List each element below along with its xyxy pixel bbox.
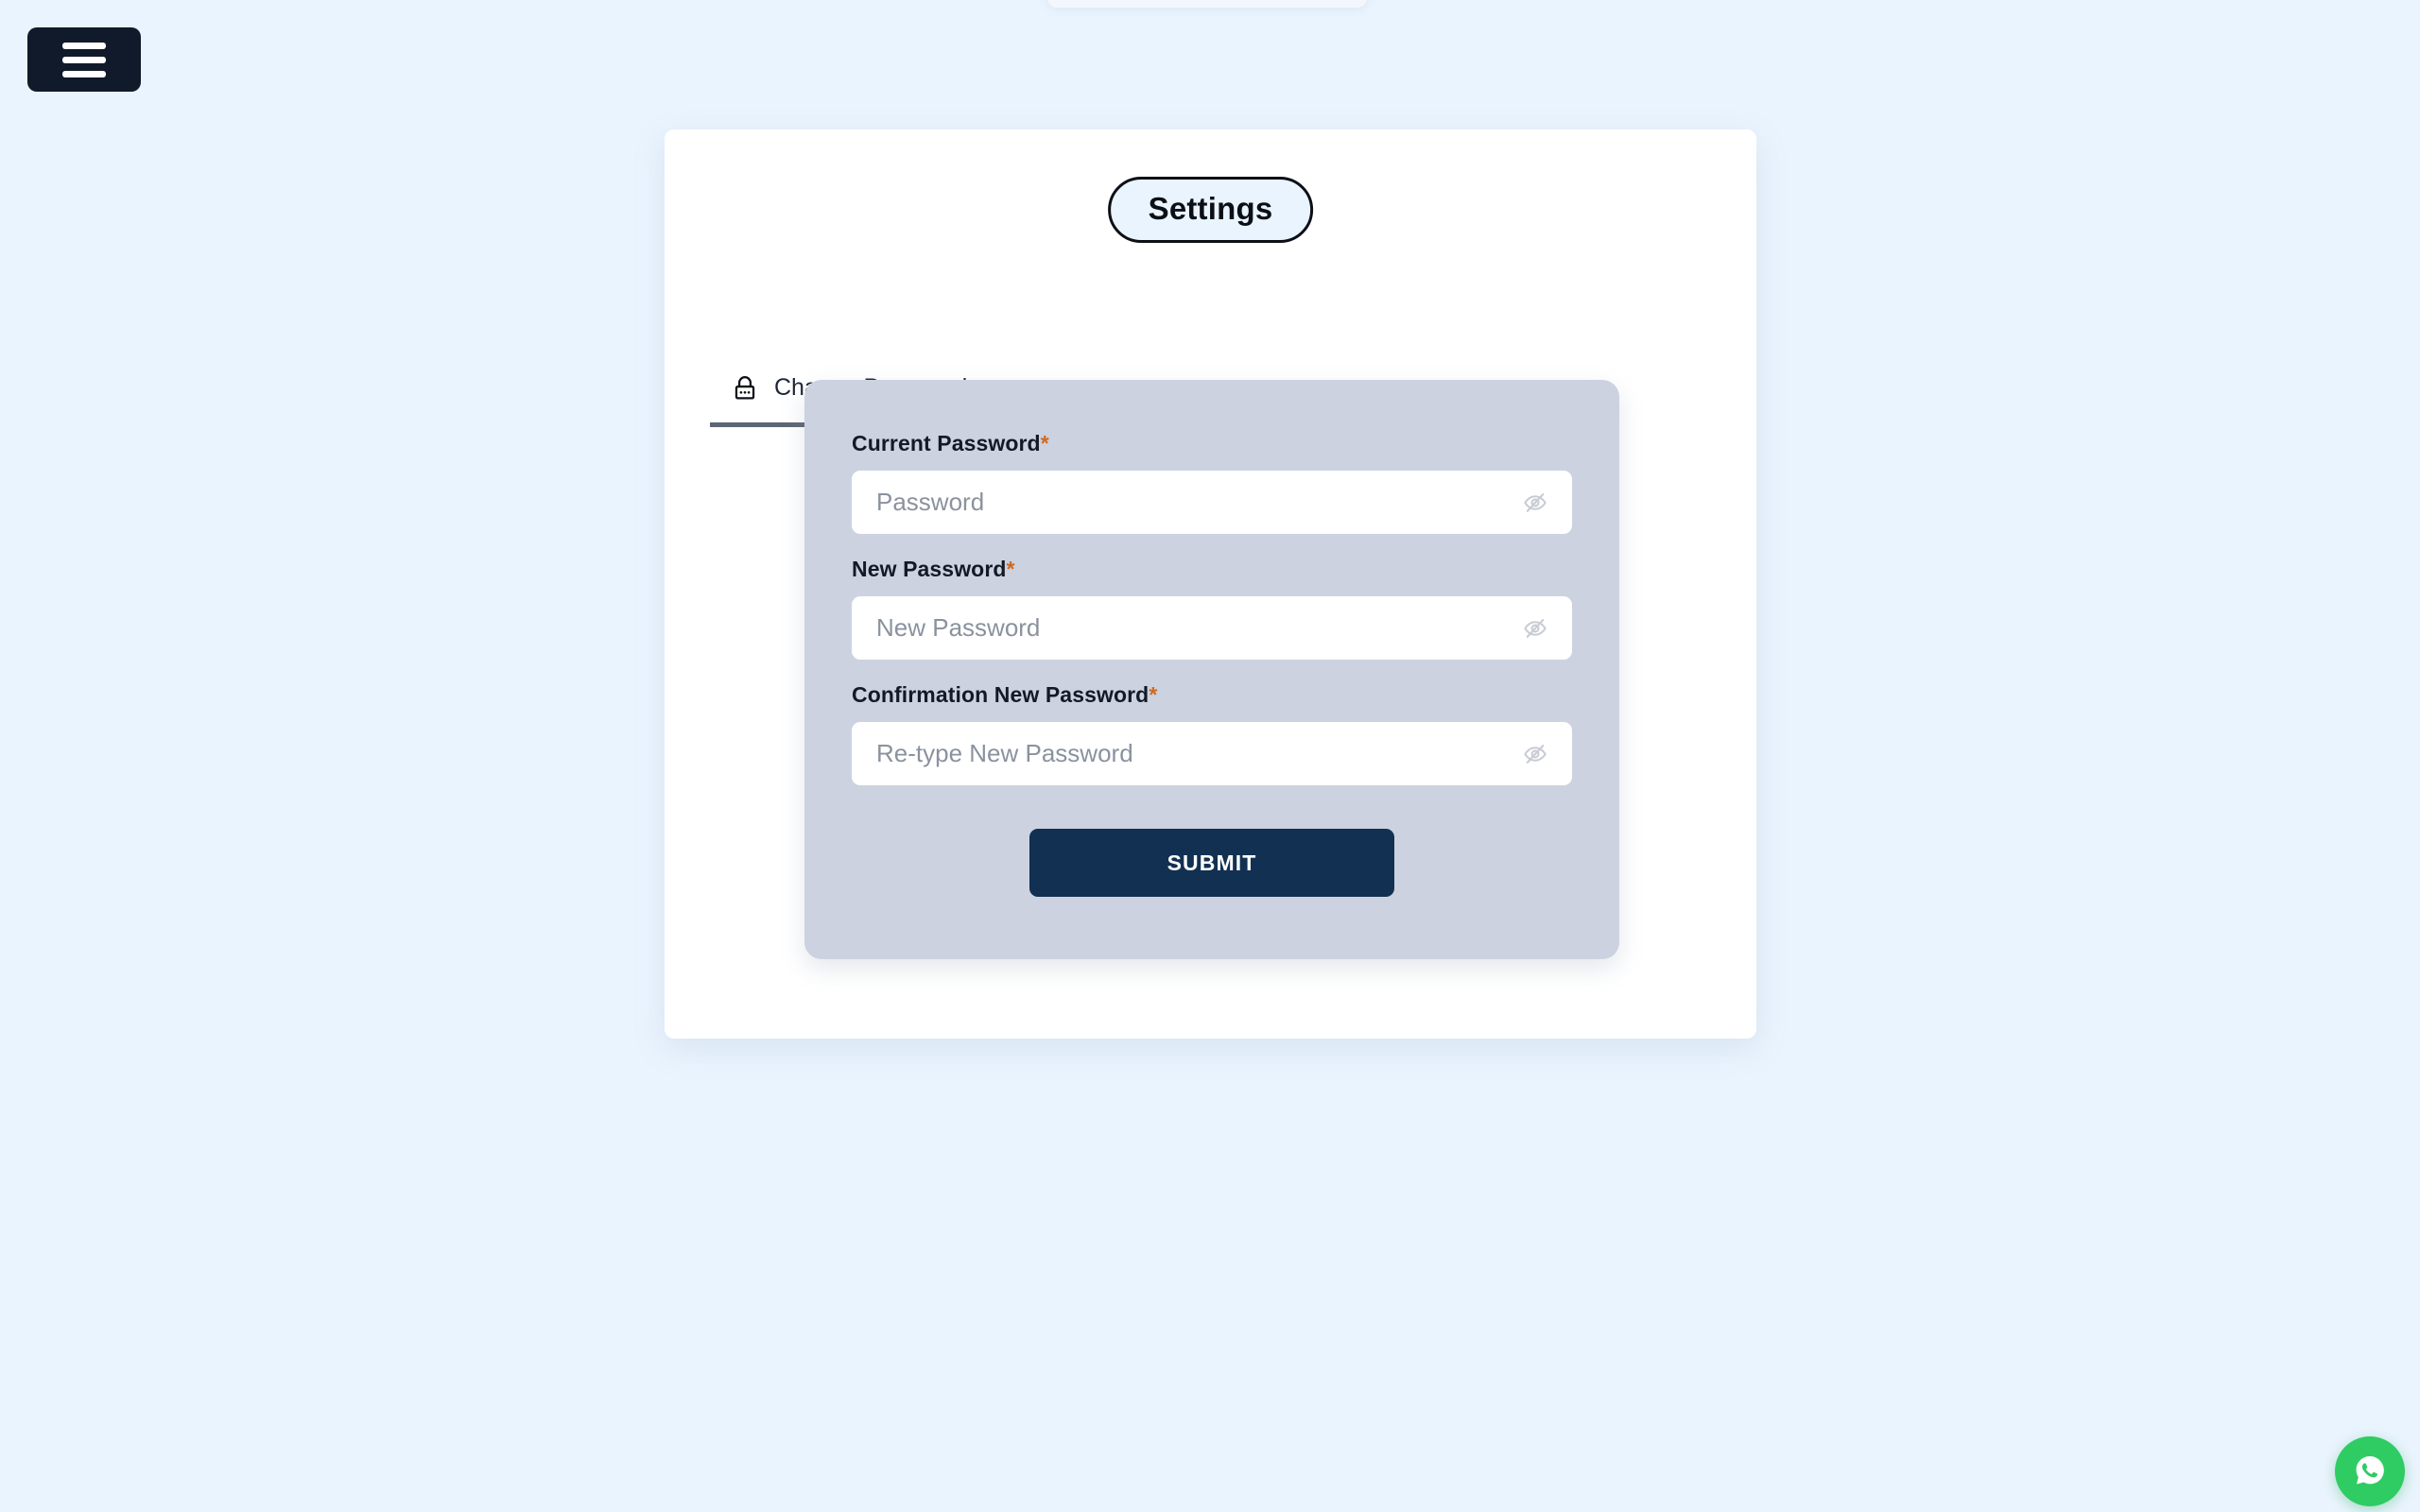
field-current-password: Current Password*	[852, 431, 1572, 534]
top-cutoff-element	[1047, 0, 1367, 8]
new-password-input[interactable]	[852, 596, 1572, 660]
field-confirm-new-password: Confirmation New Password*	[852, 682, 1572, 785]
confirm-new-password-input[interactable]	[852, 722, 1572, 785]
page-title: Settings	[1107, 177, 1314, 243]
eye-off-icon-confirm-new-password[interactable]	[1517, 736, 1553, 772]
submit-button[interactable]: SUBMIT	[1029, 829, 1394, 897]
input-wrap-confirm-new-password	[852, 722, 1572, 785]
submit-row: SUBMIT	[852, 829, 1572, 897]
hamburger-icon-bar-1	[62, 42, 106, 49]
required-asterisk-confirm-new-password: *	[1149, 682, 1158, 707]
hamburger-icon-bar-3	[62, 70, 106, 77]
current-password-input[interactable]	[852, 471, 1572, 534]
hamburger-menu-button[interactable]	[27, 27, 141, 92]
field-new-password: New Password*	[852, 557, 1572, 660]
change-password-form: Current Password* New Password* Confirma…	[804, 380, 1619, 959]
label-current-password: Current Password*	[852, 431, 1572, 456]
whatsapp-button[interactable]	[2335, 1436, 2405, 1506]
eye-off-icon-current-password[interactable]	[1517, 485, 1553, 521]
label-new-password-text: New Password	[852, 557, 1007, 581]
label-new-password: New Password*	[852, 557, 1572, 582]
settings-card: Settings Change Password Current Passwor…	[665, 129, 1756, 1039]
required-asterisk-new-password: *	[1006, 557, 1015, 581]
label-confirm-new-password-text: Confirmation New Password	[852, 682, 1150, 707]
hamburger-icon-bar-2	[62, 56, 106, 63]
label-confirm-new-password: Confirmation New Password*	[852, 682, 1572, 708]
lock-icon	[733, 375, 757, 402]
whatsapp-icon	[2350, 1451, 2390, 1493]
required-asterisk-current-password: *	[1040, 431, 1049, 455]
eye-off-icon-new-password[interactable]	[1517, 610, 1553, 646]
label-current-password-text: Current Password	[852, 431, 1041, 455]
input-wrap-current-password	[852, 471, 1572, 534]
input-wrap-new-password	[852, 596, 1572, 660]
